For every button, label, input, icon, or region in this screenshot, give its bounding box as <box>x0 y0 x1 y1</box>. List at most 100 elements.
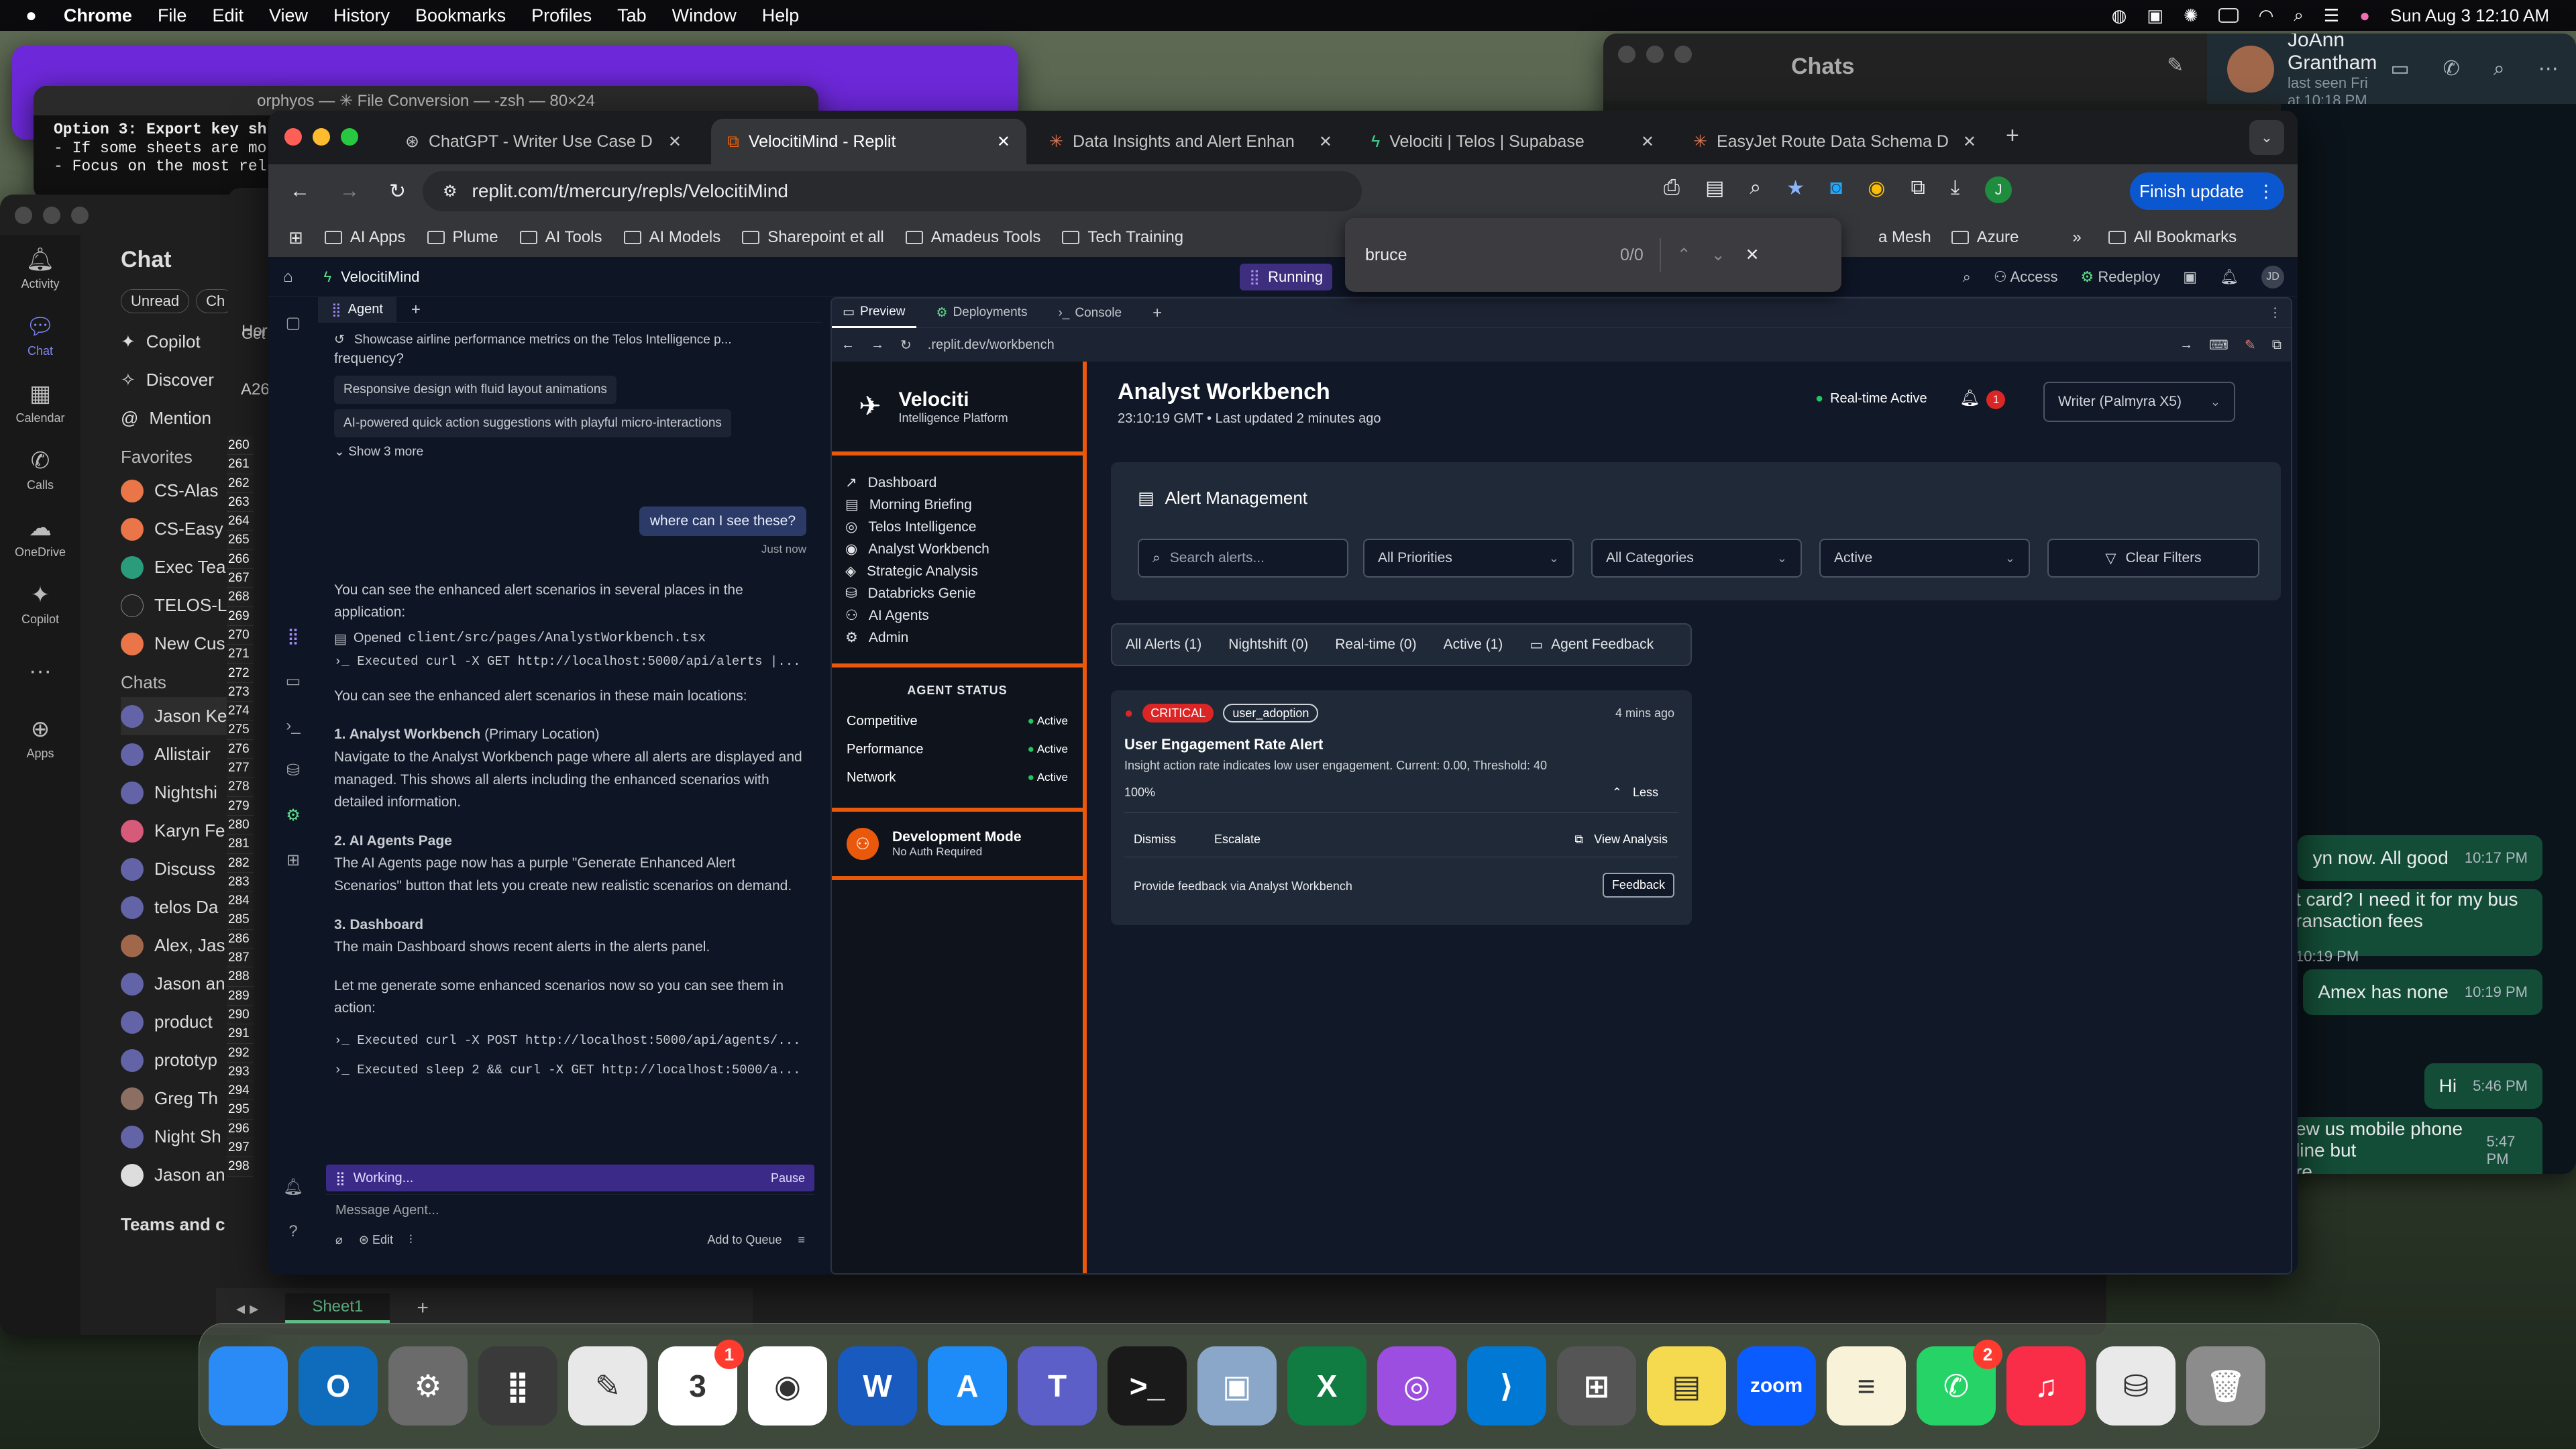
dock-database-icon[interactable]: ⛁ <box>2096 1346 2176 1426</box>
dock-trash-icon[interactable]: 🗑 <box>2186 1346 2265 1426</box>
nav-telos-intelligence[interactable]: ◎ Telos Intelligence <box>832 516 1083 538</box>
dock-stickies-icon[interactable]: ▤ <box>1647 1346 1726 1426</box>
rail-copilot[interactable]: ✦ Copilot <box>0 570 80 637</box>
close-icon[interactable]: ✕ <box>1746 245 1760 265</box>
queue-icon[interactable]: ≡ <box>798 1233 805 1247</box>
sheet-tab[interactable]: Sheet1 <box>285 1293 390 1323</box>
more-icon[interactable]: ⋮ <box>2269 305 2291 321</box>
dock-excel-icon[interactable]: X <box>1287 1346 1366 1426</box>
redeploy-button[interactable]: ⚙ Redeploy <box>2080 268 2160 286</box>
extension-icon[interactable]: ◙ <box>1830 176 1842 203</box>
category-filter[interactable]: All Categories ⌄ <box>1591 539 1802 578</box>
devtools-icon[interactable]: ⌨ <box>2209 337 2229 354</box>
control-center-icon[interactable]: ☰ <box>2324 5 2339 26</box>
battery-icon[interactable] <box>2218 8 2239 23</box>
dock-textedit-icon[interactable]: ✎ <box>568 1346 647 1426</box>
finish-update-button[interactable]: Finish update ⋮ <box>2130 172 2284 210</box>
deploy-icon[interactable]: ⚙ <box>286 806 301 825</box>
menu-bookmarks[interactable]: Bookmarks <box>415 5 506 26</box>
new-tab-icon[interactable]: + <box>2006 123 2019 149</box>
dock-notes-icon[interactable]: ≡ <box>1827 1346 1906 1426</box>
download-icon[interactable]: ⤓ <box>1951 176 1960 203</box>
dock-calendar-icon[interactable]: 31 <box>658 1340 744 1426</box>
address-bar[interactable]: ⚙ replit.com/t/mercury/repls/VelocitiMin… <box>423 171 1362 211</box>
chrome-traffic-lights[interactable] <box>284 128 358 146</box>
add-sheet-icon[interactable]: + <box>417 1297 429 1320</box>
dock-vscode-icon[interactable]: ⟩ <box>1467 1346 1546 1426</box>
feedback-button[interactable]: Feedback <box>1602 873 1674 898</box>
search-icon[interactable]: ⌕ <box>2493 58 2505 80</box>
wifi-icon[interactable]: ◠ <box>2259 5 2274 26</box>
bookmark-folder[interactable]: AI Apps <box>324 228 406 247</box>
excel-cell-ref[interactable]: A26 <box>238 379 272 400</box>
alert-card[interactable]: ● CRITICAL user_adoption 4 mins ago User… <box>1111 690 1692 925</box>
menu-edit[interactable]: Edit <box>212 5 244 26</box>
menu-profiles[interactable]: Profiles <box>531 5 592 26</box>
suggestion-chip[interactable]: AI-powered quick action suggestions with… <box>334 409 731 437</box>
access-button[interactable]: ⚇ Access <box>1994 268 2058 286</box>
close-icon[interactable]: ✕ <box>997 132 1010 152</box>
dock-finder-icon[interactable] <box>209 1346 288 1426</box>
rail-activity[interactable]: 🔔︎ Activity <box>0 235 80 302</box>
menu-file[interactable]: File <box>158 5 187 26</box>
dock-music-icon[interactable]: ♫ <box>2006 1346 2086 1426</box>
show-more-button[interactable]: ⌄ Show 3 more <box>334 444 806 460</box>
back-icon[interactable]: ← <box>841 337 855 353</box>
spotlight-icon[interactable]: ⌕ <box>2294 5 2304 26</box>
close-icon[interactable]: ✕ <box>1963 132 1976 152</box>
repl-name[interactable]: VelocitiMind <box>341 268 419 286</box>
dismiss-button[interactable]: Dismiss <box>1134 833 1176 847</box>
apple-icon[interactable]: ● <box>25 5 37 26</box>
executed-command[interactable]: ›_ Executed curl -X GET http://localhost… <box>334 654 806 669</box>
rail-apps[interactable]: ⊕ Apps <box>0 704 80 771</box>
opened-file-row[interactable]: ▤ Opened client/src/pages/AnalystWorkbench… <box>334 631 806 647</box>
message-bubble[interactable]: ew us mobile phone line but re 5:47 PM <box>2281 1117 2542 1174</box>
bookmark-folder[interactable]: Amadeus Tools <box>905 228 1040 247</box>
menu-view[interactable]: View <box>269 5 308 26</box>
rail-chat[interactable]: 💬︎ Chat <box>0 302 80 369</box>
chevron-down-icon[interactable]: ⌄ <box>1711 245 1725 265</box>
bell-icon[interactable]: 🔔︎ <box>283 1177 303 1197</box>
nav-morning-briefing[interactable]: ▤ Morning Briefing <box>832 494 1083 516</box>
priority-filter[interactable]: All Priorities ⌄ <box>1363 539 1574 578</box>
agent-grid-icon[interactable]: ⣿ <box>287 627 299 646</box>
checkpoint-row[interactable]: ↺ Showcase airline performance metrics on… <box>334 332 806 347</box>
home-icon[interactable]: ⌂ <box>283 268 293 286</box>
database-icon[interactable]: ⛁ <box>286 761 300 780</box>
dock-zoom-icon[interactable]: zoom <box>1737 1346 1816 1426</box>
menu-app-name[interactable]: Chrome <box>64 5 132 26</box>
forward-icon[interactable]: → <box>871 337 884 353</box>
menu-datetime[interactable]: Sun Aug 3 12:10 AM <box>2390 5 2549 26</box>
tab-replit[interactable]: ⧉ VelocitiMind - Replit ✕ <box>711 119 1026 164</box>
tab-easyjet[interactable]: ✳ EasyJet Route Data Schema D ✕ <box>1677 119 1992 164</box>
filter-unread[interactable]: Unread <box>121 289 190 313</box>
clear-filters-button[interactable]: ▽ Clear Filters <box>2047 539 2259 578</box>
panel-icon[interactable]: ▣ <box>2183 268 2197 286</box>
add-to-queue-button[interactable]: Add to Queue <box>707 1233 782 1247</box>
files-icon[interactable]: ▢ <box>286 313 301 333</box>
nav-dashboard[interactable]: ↗ Dashboard <box>832 472 1083 494</box>
executed-command[interactable]: ›_ Executed curl -X POST http://localhos… <box>334 1033 806 1048</box>
video-call-icon[interactable]: ▭ <box>2390 57 2409 80</box>
reader-icon[interactable]: ▤ <box>1705 176 1724 203</box>
rail-more[interactable]: ··· <box>0 637 80 704</box>
all-bookmarks[interactable]: All Bookmarks <box>2108 228 2237 247</box>
close-icon[interactable]: ✕ <box>1641 132 1654 152</box>
forward-icon[interactable]: → <box>2180 337 2193 353</box>
contact-name[interactable]: JoAnn Grantham <box>2288 34 2377 74</box>
more-icon[interactable]: ⋯ <box>2538 57 2559 80</box>
view-analysis-button[interactable]: ⧉ View Analysis <box>1574 833 1668 847</box>
tab-data-insights[interactable]: ✳ Data Insights and Alert Enhan ✕ <box>1033 119 1348 164</box>
executed-command[interactable]: ›_ Executed sleep 2 && curl -X GET http:… <box>334 1063 806 1077</box>
help-icon[interactable]: ? <box>288 1222 297 1241</box>
contact-avatar[interactable] <box>2227 45 2274 93</box>
bookmarks-overflow-icon[interactable]: » <box>2072 228 2081 247</box>
menu-history[interactable]: History <box>333 5 390 26</box>
bookmark-folder[interactable]: Plume <box>427 228 498 247</box>
dock-calculator-icon[interactable]: ⊞ <box>1557 1346 1636 1426</box>
open-new-tab-icon[interactable]: ⧉ <box>2272 337 2282 353</box>
bookmark-folder[interactable]: Tech Training <box>1062 228 1183 247</box>
escalate-button[interactable]: Escalate <box>1214 833 1260 847</box>
tab-chatgpt[interactable]: ⊛ ChatGPT - Writer Use Case D ✕ <box>389 119 698 164</box>
add-tab-icon[interactable]: + <box>1132 304 1182 323</box>
